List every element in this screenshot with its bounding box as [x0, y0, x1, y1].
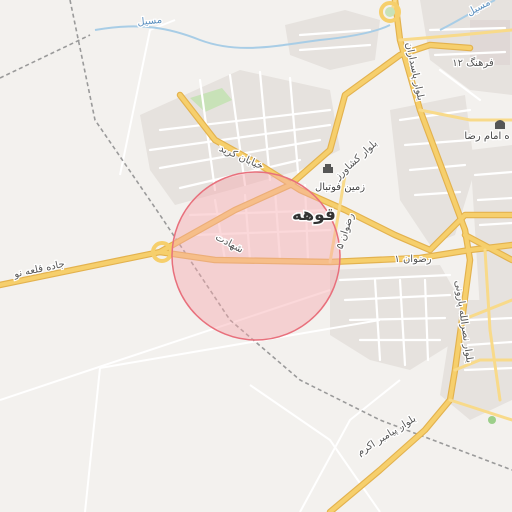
- map-canvas[interactable]: قوهه زمین فوتبال ه امام رضا فرهنگ ۱۲ بلو…: [0, 0, 512, 512]
- imam-reza-label: ه امام رضا: [464, 131, 509, 142]
- roundabout-north-center: [385, 7, 395, 17]
- search-radius-circle[interactable]: [171, 171, 341, 341]
- town-label: قوهه: [292, 205, 336, 225]
- park-icon: [488, 416, 496, 424]
- stadium-label: زمین فوتبال: [315, 182, 365, 193]
- rezvan-1-label: رضوان ۱: [394, 254, 431, 265]
- farhang-label: فرهنگ ۱۲: [452, 57, 494, 69]
